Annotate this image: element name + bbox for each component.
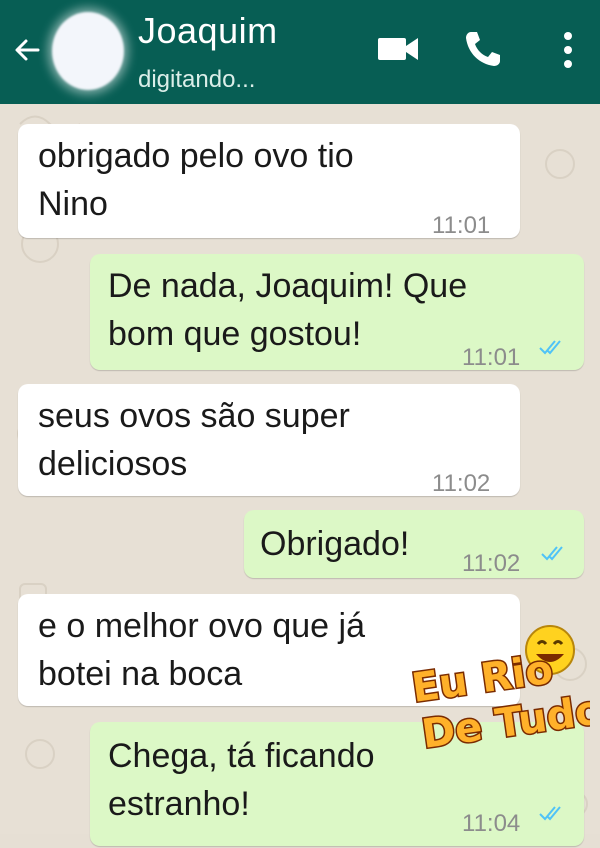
phone-icon[interactable] [462, 28, 504, 70]
watermark-logo: Eu Rio De Tudo [407, 625, 590, 759]
message-text: De nada, Joaquim! Que [108, 267, 468, 305]
contact-name[interactable]: Joaquim [138, 10, 278, 52]
message-text: estranho! [108, 785, 250, 823]
message-outgoing[interactable]: Obrigado! 11:02 [244, 510, 584, 578]
message-text: seus ovos são super [38, 397, 350, 435]
message-text: bom que gostou! [108, 315, 362, 353]
chat-header: Joaquim digitando... [0, 0, 600, 104]
message-text: Obrigado! [260, 525, 410, 563]
message-time: 11:02 [462, 550, 521, 577]
message-text: Nino [38, 185, 108, 223]
message-time: 11:04 [462, 810, 521, 837]
back-arrow-icon[interactable] [8, 30, 48, 70]
message-text: obrigado pelo ovo tio [38, 137, 354, 175]
message-outgoing[interactable]: De nada, Joaquim! Que bom que gostou! 11… [90, 254, 584, 371]
message-text: botei na boca [38, 655, 243, 693]
message-time: 11:01 [432, 212, 491, 239]
more-vertical-icon[interactable] [556, 28, 580, 72]
read-ticks-icon [539, 340, 561, 355]
message-text: e o melhor ovo que já [38, 607, 365, 645]
read-ticks-icon [541, 546, 563, 561]
message-text: Chega, tá ficando [108, 737, 375, 775]
message-time: 11:01 [462, 344, 521, 371]
typing-status: digitando... [138, 66, 256, 93]
message-incoming[interactable]: obrigado pelo ovo tio Nino 11:01 [18, 124, 520, 239]
message-time: 11:02 [432, 470, 491, 497]
message-incoming[interactable]: seus ovos são super deliciosos 11:02 [18, 384, 520, 497]
read-ticks-icon [539, 806, 561, 821]
avatar[interactable] [52, 12, 124, 90]
message-text: deliciosos [38, 445, 188, 483]
video-call-icon[interactable] [376, 32, 420, 66]
